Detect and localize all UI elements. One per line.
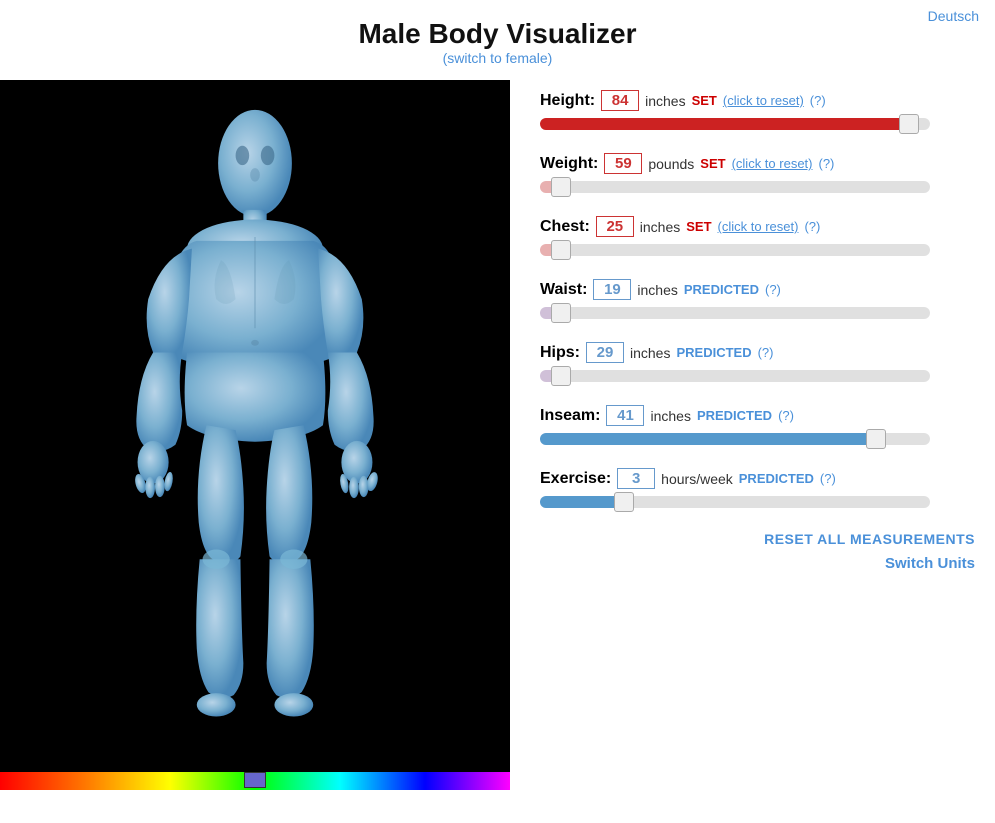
- waist-status: PREDICTED: [684, 282, 759, 297]
- exercise-unit: hours/week: [661, 471, 733, 487]
- height-unit: inches: [645, 93, 685, 109]
- chest-value: 25: [596, 216, 634, 237]
- weight-set-link[interactable]: SET: [700, 156, 725, 171]
- exercise-value: 3: [617, 468, 655, 489]
- reset-all-button[interactable]: RESET ALL MEASUREMENTS: [540, 531, 975, 547]
- waist-help-link[interactable]: (?): [765, 282, 781, 297]
- weight-control: Weight: 59 pounds SET (click to reset) (…: [540, 153, 975, 198]
- page-title: Male Body Visualizer: [0, 18, 995, 50]
- waist-value: 19: [593, 279, 631, 300]
- inseam-label: Inseam:: [540, 407, 600, 425]
- height-help-link[interactable]: (?): [810, 93, 826, 108]
- weight-unit: pounds: [648, 156, 694, 172]
- chest-label: Chest:: [540, 218, 590, 236]
- weight-help-link[interactable]: (?): [819, 156, 835, 171]
- bottom-actions: RESET ALL MEASUREMENTS Switch Units: [540, 531, 975, 572]
- waist-label: Waist:: [540, 281, 587, 299]
- height-value: 84: [601, 90, 639, 111]
- body-viewer: [0, 80, 510, 790]
- hips-label: Hips:: [540, 344, 580, 362]
- chest-set-link[interactable]: SET: [686, 219, 711, 234]
- switch-units-button[interactable]: Switch Units: [540, 555, 975, 572]
- bmi-color-bar: [0, 772, 510, 790]
- chest-help-link[interactable]: (?): [804, 219, 820, 234]
- hips-status: PREDICTED: [676, 345, 751, 360]
- inseam-status: PREDICTED: [697, 408, 772, 423]
- weight-slider[interactable]: [540, 181, 930, 193]
- waist-slider[interactable]: [540, 307, 930, 319]
- chest-slider[interactable]: [540, 244, 930, 256]
- inseam-unit: inches: [650, 408, 690, 424]
- hips-unit: inches: [630, 345, 670, 361]
- inseam-value: 41: [606, 405, 644, 426]
- hips-help-link[interactable]: (?): [758, 345, 774, 360]
- waist-unit: inches: [637, 282, 677, 298]
- hips-value: 29: [586, 342, 624, 363]
- hips-control: Hips: 29 inches PREDICTED (?): [540, 342, 975, 387]
- inseam-control: Inseam: 41 inches PREDICTED (?): [540, 405, 975, 450]
- height-reset-link[interactable]: (click to reset): [723, 93, 804, 108]
- waist-control: Waist: 19 inches PREDICTED (?): [540, 279, 975, 324]
- controls-panel: Height: 84 inches SET (click to reset) (…: [510, 80, 995, 790]
- body-figure-svg: [115, 105, 395, 765]
- exercise-control: Exercise: 3 hours/week PREDICTED (?): [540, 468, 975, 513]
- weight-reset-link[interactable]: (click to reset): [732, 156, 813, 171]
- chest-control: Chest: 25 inches SET (click to reset) (?…: [540, 216, 975, 261]
- weight-label: Weight:: [540, 155, 598, 173]
- switch-gender-link[interactable]: (switch to female): [443, 50, 553, 66]
- hips-slider[interactable]: [540, 370, 930, 382]
- height-control: Height: 84 inches SET (click to reset) (…: [540, 90, 975, 135]
- exercise-slider[interactable]: [540, 496, 930, 508]
- exercise-label: Exercise:: [540, 470, 611, 488]
- lang-link[interactable]: Deutsch: [928, 8, 979, 24]
- chest-reset-link[interactable]: (click to reset): [718, 219, 799, 234]
- height-label: Height:: [540, 92, 595, 110]
- bmi-indicator: [244, 772, 266, 788]
- height-slider[interactable]: [540, 118, 930, 130]
- height-set-link[interactable]: SET: [692, 93, 717, 108]
- exercise-status: PREDICTED: [739, 471, 814, 486]
- inseam-slider[interactable]: [540, 433, 930, 445]
- inseam-help-link[interactable]: (?): [778, 408, 794, 423]
- exercise-help-link[interactable]: (?): [820, 471, 836, 486]
- weight-value: 59: [604, 153, 642, 174]
- chest-unit: inches: [640, 219, 680, 235]
